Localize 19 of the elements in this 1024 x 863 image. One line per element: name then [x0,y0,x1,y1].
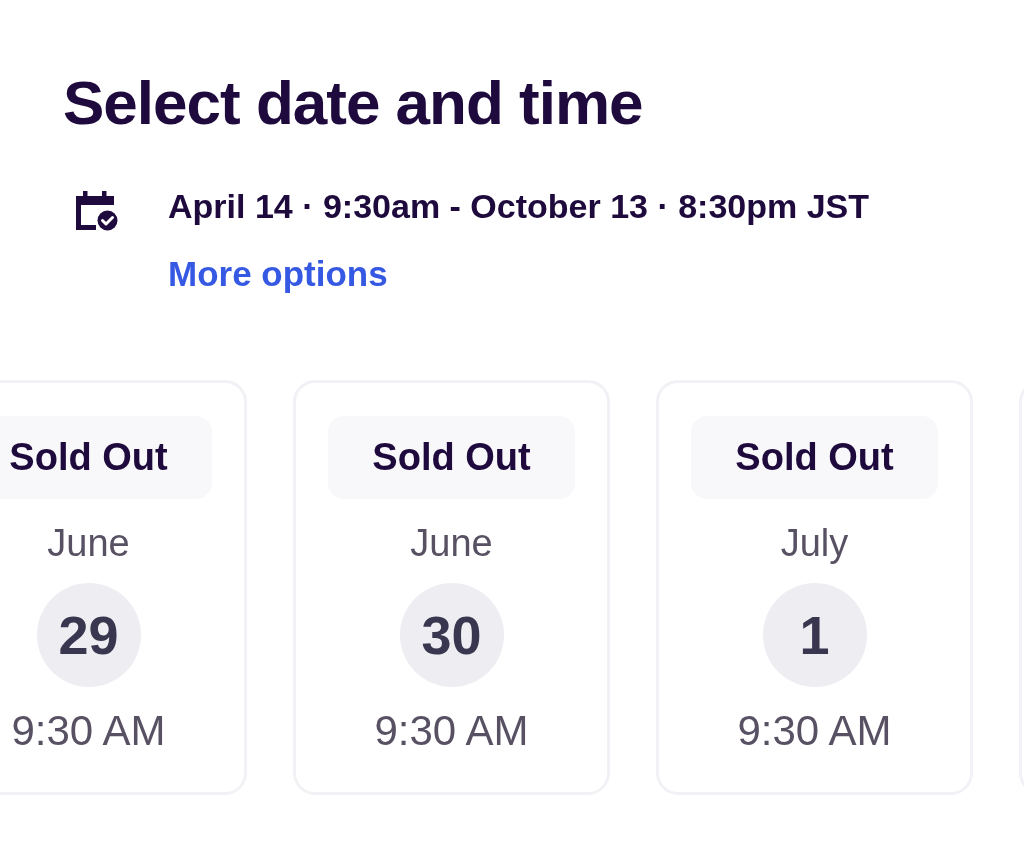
month-label: July [780,523,849,564]
time-label: 9:30 AM [11,708,166,754]
time-label: 9:30 AM [374,708,529,754]
day-number: 1 [762,583,867,687]
sold-out-badge: Sold Out [328,416,575,499]
day-number: 29 [36,583,141,687]
more-options-link[interactable]: More options [168,254,388,294]
date-range-text: April 14 · 9:30am - October 13 · 8:30pm JST [168,186,870,226]
sold-out-badge: Sold Out [0,416,212,499]
month-label: June [47,523,130,564]
date-card[interactable]: Sold Out June 30 9:30 AM [293,380,610,795]
sold-out-badge: Sold Out [691,416,938,499]
date-card[interactable]: Sold Out June 29 9:30 AM [0,380,247,795]
day-number: 30 [399,583,504,687]
calendar-check-icon [75,191,118,231]
month-label: June [410,523,493,564]
date-card[interactable]: Sold Out July 1 9:30 AM [656,380,973,795]
time-label: 9:30 AM [737,708,892,754]
page-heading: Select date and time [63,68,643,138]
